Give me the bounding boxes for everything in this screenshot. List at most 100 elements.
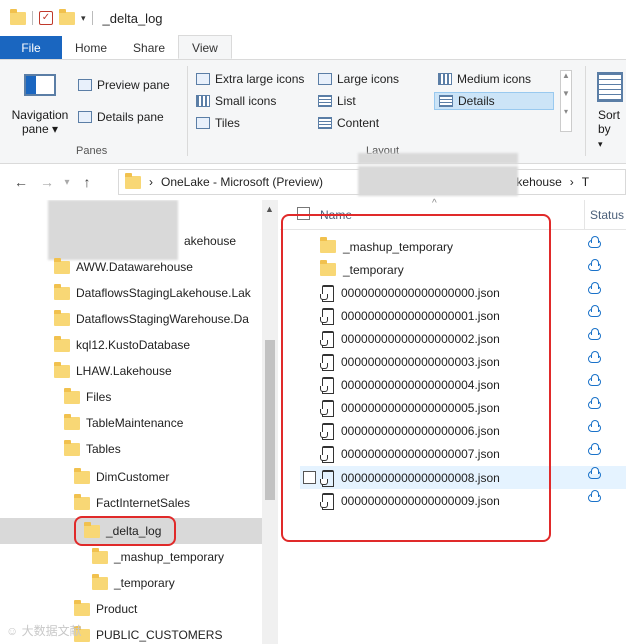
details-view-button[interactable]: Details [434,92,554,110]
small-icons-icon [196,95,210,107]
row-checkbox[interactable] [303,471,316,484]
breadcrumb-onelake[interactable]: OneLake - Microsoft (Preview) [161,175,323,189]
list-item[interactable]: 00000000000000000000.json [300,281,626,304]
tree-item-label: AWW.Datawarehouse [76,260,193,274]
back-arrow-icon[interactable]: ← [8,174,34,190]
file-name: 00000000000000000006.json [341,423,500,438]
list-item[interactable]: 00000000000000000007.json [300,442,626,465]
separator [32,11,33,25]
cloud-status-icon [588,420,601,432]
folder-icon [74,599,90,616]
list-item[interactable]: 00000000000000000006.json [300,419,626,442]
file-icon [320,423,334,440]
tree-item[interactable]: AWW.Datawarehouse [0,254,262,280]
list-item[interactable]: 00000000000000000005.json [300,396,626,419]
tiles-button[interactable]: Tiles [196,116,240,130]
tab-home[interactable]: Home [62,36,120,59]
folder-icon [64,413,80,430]
watermark: ☺ 大数据文献 [6,624,82,638]
tree-item[interactable]: _temporary [0,570,262,596]
breadcrumb-next[interactable]: T [582,175,589,189]
list-item[interactable]: _mashup_temporary [300,235,626,258]
preview-pane-button[interactable]: Preview pane [78,78,170,92]
list-item[interactable]: 00000000000000000009.json [300,489,626,512]
redaction-blur [358,166,518,196]
sort-by-label: Sort by [598,108,621,136]
column-divider[interactable] [584,200,585,230]
tree-item[interactable]: DataflowsStagingLakehouse.Lak [0,280,262,306]
up-arrow-icon[interactable]: ↑ [74,174,100,190]
large-icons-icon [318,73,332,85]
folder-icon [64,439,80,456]
file-name: 00000000000000000004.json [341,377,500,392]
chevron-down-icon: ▾ [598,139,603,149]
tree-item-selected[interactable]: _delta_log [0,518,262,544]
tree-item[interactable]: _mashup_temporary [0,544,262,570]
scroll-up-icon[interactable]: ▲ [265,204,274,214]
scrollbar-thumb[interactable] [265,340,275,500]
list-item-hovered[interactable]: 00000000000000000008.json [300,466,626,489]
chevron-down-icon: ▾ [52,122,59,136]
medium-icons-icon [438,73,452,85]
list-item[interactable]: 00000000000000000001.json [300,304,626,327]
folder-icon [54,309,70,326]
tiles-label: Tiles [215,116,240,130]
medium-icons-button[interactable]: Medium icons [438,72,531,86]
cloud-status-icon [588,443,601,455]
tree-item[interactable]: DimCustomer [0,464,262,490]
tree-item[interactable]: Product [0,596,262,622]
tree-item-label: Files [86,390,112,404]
column-header-status[interactable]: Status [590,208,624,222]
tree-item[interactable]: Tables [0,436,262,462]
list-item[interactable]: 00000000000000000004.json [300,373,626,396]
cloud-status-icon [588,259,601,271]
tab-view[interactable]: View [178,35,232,59]
tiles-icon [196,117,210,129]
extra-large-icons-icon [196,73,210,85]
layout-gallery-scroll[interactable]: ▲ ▼ ▾ [560,70,572,132]
cloud-status-icon [588,490,601,502]
tree-item[interactable]: DataflowsStagingWarehouse.Da [0,306,262,332]
tab-share[interactable]: Share [120,36,178,59]
tree-item-label: Product [96,602,138,616]
details-pane-button[interactable]: Details pane [78,110,164,124]
list-item[interactable]: 00000000000000000002.json [300,327,626,350]
details-pane-label: Details pane [97,110,164,124]
tree-item[interactable]: TableMaintenance [0,410,262,436]
navigation-pane-button[interactable]: Navigation pane ▾ [8,108,72,136]
tree-item[interactable]: FactInternetSales [0,490,262,516]
navigation-pane-icon[interactable] [24,74,56,96]
folder-icon [320,260,336,276]
tree-item[interactable]: Files [0,384,262,410]
extra-large-icons-button[interactable]: Extra large icons [196,72,304,86]
folder-icon [84,521,100,538]
properties-icon[interactable]: ✓ [39,11,53,25]
cloud-status-icon [588,328,601,340]
tree-item[interactable]: LHAW.Lakehouse [0,358,262,384]
small-icons-button[interactable]: Small icons [196,94,276,108]
folder-icon [125,172,141,189]
sort-by-button[interactable]: Sort by ▾ [598,108,626,151]
column-header-name[interactable]: Name [320,208,352,222]
tree-item-label: Tables [86,442,121,456]
sort-by-icon[interactable] [597,72,623,102]
tree-item[interactable]: akehouse [0,228,262,254]
forward-arrow-icon[interactable]: → [34,174,60,190]
list-item[interactable]: 00000000000000000003.json [300,350,626,373]
customize-quick-access-dropdown-icon[interactable]: ▾ [81,13,86,24]
tree-item-label: _temporary [114,576,175,590]
tab-file[interactable]: File [0,36,62,59]
list-view-button[interactable]: List [318,94,356,108]
new-folder-icon[interactable] [59,8,75,25]
list-item[interactable]: _temporary [300,258,626,281]
select-all-checkbox[interactable] [297,207,310,220]
cloud-status-icon [588,236,601,248]
folder-icon [54,283,70,300]
large-icons-button[interactable]: Large icons [318,72,399,86]
folder-icon[interactable] [10,8,26,25]
file-name: 00000000000000000001.json [341,308,500,323]
tree-item[interactable]: kql12.KustoDatabase [0,332,262,358]
navigation-scrollbar[interactable]: ▲ [262,200,278,644]
recent-locations-icon[interactable]: ▾ [60,177,74,188]
content-view-button[interactable]: Content [318,116,379,130]
